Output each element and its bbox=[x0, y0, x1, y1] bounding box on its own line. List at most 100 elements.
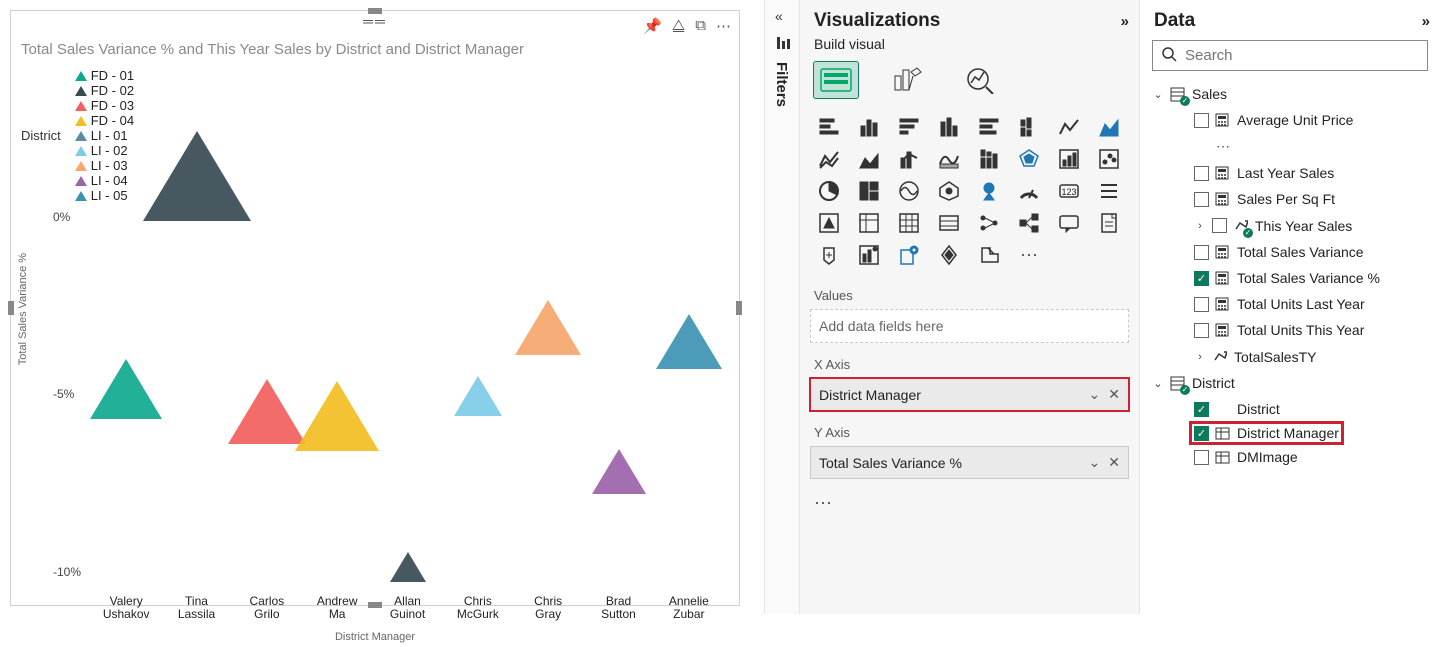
viz-type-icon[interactable] bbox=[1012, 178, 1046, 204]
caret-icon[interactable]: › bbox=[1194, 351, 1206, 363]
tab-analytics[interactable] bbox=[958, 62, 1002, 98]
legend-item[interactable]: FD - 02 bbox=[75, 83, 134, 98]
chevron-down-icon[interactable]: ⌄ bbox=[1089, 386, 1101, 403]
more-visuals-icon[interactable]: ⋯ bbox=[1012, 242, 1046, 268]
field-row[interactable]: ✓Total Sales Variance % bbox=[1150, 265, 1430, 291]
field-checkbox[interactable] bbox=[1194, 192, 1209, 207]
filters-pane-collapsed[interactable]: « Filters bbox=[764, 0, 800, 614]
legend-item[interactable]: LI - 03 bbox=[75, 158, 134, 173]
legend-item[interactable]: LI - 04 bbox=[75, 173, 134, 188]
drag-grip-icon[interactable]: ══ bbox=[363, 13, 387, 29]
viz-type-icon[interactable] bbox=[1052, 146, 1086, 172]
filter-icon[interactable]: ⧋ bbox=[672, 17, 685, 35]
caret-icon[interactable]: ⌄ bbox=[1152, 377, 1164, 390]
legend-item[interactable]: FD - 04 bbox=[75, 113, 134, 128]
viz-type-icon[interactable] bbox=[852, 114, 886, 140]
field-row[interactable]: Total Units This Year bbox=[1150, 317, 1430, 343]
tab-build-visual[interactable] bbox=[814, 62, 858, 98]
field-checkbox[interactable] bbox=[1194, 245, 1209, 260]
resize-handle-right[interactable] bbox=[736, 301, 742, 315]
field-checkbox[interactable] bbox=[1194, 450, 1209, 465]
viz-type-icon[interactable] bbox=[1012, 210, 1046, 236]
viz-type-icon[interactable] bbox=[972, 242, 1006, 268]
field-row[interactable]: Average Unit Price bbox=[1150, 107, 1430, 133]
data-point[interactable] bbox=[454, 376, 502, 416]
viz-type-icon[interactable] bbox=[812, 242, 846, 268]
caret-icon[interactable]: ⌄ bbox=[1152, 88, 1164, 101]
viz-type-icon[interactable] bbox=[812, 114, 846, 140]
plot-area[interactable]: 0%-5%-10% bbox=[91, 217, 724, 607]
chevron-down-icon[interactable]: ⌄ bbox=[1089, 454, 1101, 471]
field-row[interactable]: ›This Year Sales bbox=[1150, 212, 1430, 239]
data-point[interactable] bbox=[143, 131, 251, 221]
values-well[interactable]: Add data fields here bbox=[810, 309, 1129, 343]
more-options-icon[interactable]: ⋯ bbox=[716, 17, 731, 35]
search-input[interactable] bbox=[1185, 47, 1419, 64]
viz-type-icon[interactable] bbox=[852, 178, 886, 204]
viz-type-icon[interactable] bbox=[1012, 114, 1046, 140]
field-row[interactable]: ›TotalSalesTY bbox=[1150, 343, 1430, 370]
collapse-viz-icon[interactable]: » bbox=[1121, 13, 1129, 30]
field-checkbox[interactable] bbox=[1194, 113, 1209, 128]
xaxis-well[interactable]: District Manager ⌄✕ bbox=[810, 378, 1129, 411]
pin-icon[interactable]: 📌 bbox=[643, 17, 662, 35]
data-point[interactable] bbox=[390, 552, 426, 582]
viz-type-icon[interactable] bbox=[1052, 114, 1086, 140]
legend-item[interactable]: FD - 01 bbox=[75, 68, 134, 83]
viz-type-icon[interactable] bbox=[852, 210, 886, 236]
viz-type-icon[interactable] bbox=[1092, 114, 1126, 140]
field-checkbox[interactable]: ✓ bbox=[1194, 271, 1209, 286]
field-row[interactable]: Total Units Last Year bbox=[1150, 291, 1430, 317]
field-checkbox[interactable]: ✓ bbox=[1194, 426, 1209, 441]
table-row[interactable]: ⌄Sales bbox=[1150, 81, 1430, 107]
search-box[interactable] bbox=[1152, 40, 1428, 71]
legend-item[interactable]: FD - 03 bbox=[75, 98, 134, 113]
field-checkbox[interactable] bbox=[1194, 323, 1209, 338]
viz-type-icon[interactable] bbox=[892, 146, 926, 172]
focus-mode-icon[interactable]: ⧉ bbox=[695, 17, 706, 35]
viz-type-icon[interactable] bbox=[932, 242, 966, 268]
tab-format-visual[interactable] bbox=[886, 62, 930, 98]
viz-type-icon[interactable] bbox=[932, 146, 966, 172]
data-point[interactable] bbox=[90, 359, 162, 419]
remove-field-icon[interactable]: ✕ bbox=[1108, 386, 1120, 403]
expand-filters-icon[interactable]: « bbox=[775, 8, 783, 24]
viz-type-icon[interactable] bbox=[892, 210, 926, 236]
field-checkbox[interactable] bbox=[1194, 297, 1209, 312]
field-row[interactable]: Total Sales Variance bbox=[1150, 239, 1430, 265]
data-point[interactable] bbox=[656, 314, 722, 369]
viz-type-icon[interactable] bbox=[812, 210, 846, 236]
table-row[interactable]: ⌄District bbox=[1150, 370, 1430, 396]
legend-item[interactable]: LI - 05 bbox=[75, 188, 134, 203]
data-point[interactable] bbox=[592, 449, 646, 494]
remove-field-icon[interactable]: ✕ bbox=[1108, 454, 1120, 471]
viz-type-icon[interactable] bbox=[892, 242, 926, 268]
chart-visual[interactable]: ══ 📌 ⧋ ⧉ ⋯ Total Sales Variance % and Th… bbox=[10, 10, 740, 606]
legend-item[interactable]: LI - 02 bbox=[75, 143, 134, 158]
viz-type-icon[interactable] bbox=[1092, 146, 1126, 172]
legend-item[interactable]: LI - 01 bbox=[75, 128, 134, 143]
viz-type-icon[interactable] bbox=[892, 178, 926, 204]
field-row[interactable]: Last Year Sales bbox=[1150, 160, 1430, 186]
data-point[interactable] bbox=[515, 300, 581, 355]
data-point[interactable] bbox=[228, 379, 306, 444]
viz-type-icon[interactable] bbox=[812, 178, 846, 204]
field-row[interactable]: Sales Per Sq Ft bbox=[1150, 186, 1430, 212]
viz-type-icon[interactable] bbox=[852, 146, 886, 172]
viz-type-icon[interactable] bbox=[972, 210, 1006, 236]
field-checkbox[interactable]: ✓ bbox=[1194, 402, 1209, 417]
overflow-icon[interactable]: ⋯ bbox=[1150, 133, 1430, 160]
viz-type-icon[interactable] bbox=[892, 114, 926, 140]
viz-type-icon[interactable] bbox=[812, 146, 846, 172]
field-checkbox[interactable] bbox=[1194, 166, 1209, 181]
caret-icon[interactable]: › bbox=[1194, 220, 1206, 232]
viz-type-icon[interactable] bbox=[932, 210, 966, 236]
viz-type-icon[interactable] bbox=[972, 178, 1006, 204]
resize-handle-left[interactable] bbox=[8, 301, 14, 315]
yaxis-well[interactable]: Total Sales Variance % ⌄✕ bbox=[810, 446, 1129, 479]
field-row[interactable]: ✓District bbox=[1150, 396, 1430, 422]
field-checkbox[interactable] bbox=[1212, 218, 1227, 233]
viz-type-icon[interactable] bbox=[1092, 178, 1126, 204]
viz-type-icon[interactable] bbox=[1012, 146, 1046, 172]
viz-type-icon[interactable]: 123 bbox=[1052, 178, 1086, 204]
